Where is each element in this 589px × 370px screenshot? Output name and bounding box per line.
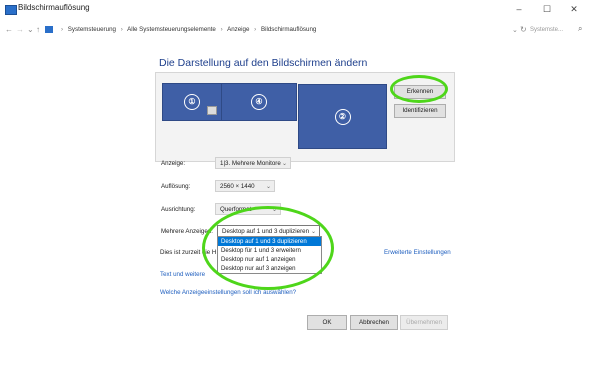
highlight-circle-dropdown [202,206,334,290]
breadcrumb-item[interactable]: Anzeige [227,26,249,33]
text-size-link[interactable]: Text und weitere [160,271,205,278]
breadcrumb-separator-icon: › [254,26,257,33]
display-value: 1|3. Mehrere Monitore [220,160,281,167]
window-title: Bildschirmauflösung [18,3,90,12]
breadcrumb: › Systemsteuerung › Alle Systemsteuerung… [58,26,316,33]
minimize-button[interactable]: – [508,2,530,16]
control-panel-icon [45,26,53,33]
back-arrow-icon[interactable]: ← [5,24,13,36]
display-label: Anzeige: [161,160,186,167]
which-settings-link[interactable]: Welche Anzeigeeinstellungen soll ich aus… [160,289,296,296]
orientation-label: Ausrichtung: [161,206,196,213]
resolution-select[interactable]: 2560 × 1440 ⌄ [215,180,275,192]
identify-button[interactable]: Identifizieren [394,104,446,118]
search-icon[interactable]: ⌕ [578,24,582,34]
breadcrumb-separator-icon: › [220,26,223,33]
cancel-button[interactable]: Abbrechen [350,315,398,330]
monitor-number-badge: ④ [251,94,267,110]
chevron-down-icon: ⌄ [281,161,287,167]
breadcrumb-item[interactable]: Alle Systemsteuerungselemente [127,26,216,33]
monitor-number-badge: ① [184,94,200,110]
monitor-2[interactable]: ② [298,84,387,149]
advanced-settings-link[interactable]: Erweiterte Einstellungen [384,249,451,256]
highlight-circle-detect [390,75,448,103]
resolution-label: Auflösung: [161,183,191,190]
refresh-icon[interactable]: ↻ [520,24,527,36]
ok-button[interactable]: OK [307,315,347,330]
breadcrumb-item[interactable]: Bildschirmauflösung [261,26,316,33]
breadcrumb-item[interactable]: Systemsteuerung [68,26,116,33]
chevron-down-icon: ⌄ [265,184,271,190]
dropdown-chevron-icon[interactable]: ⌄ [512,25,518,37]
breadcrumb-separator-icon: › [61,26,64,33]
monitor-number-badge: ② [334,108,351,125]
monitor-1-3[interactable]: ① [162,83,222,121]
forward-arrow-icon[interactable]: → [16,24,24,36]
up-arrow-icon[interactable]: ↑ [36,24,40,36]
search-input[interactable]: Systemste... [530,24,582,36]
maximize-button[interactable]: ☐ [536,2,558,16]
close-button[interactable]: ✕ [563,2,585,16]
resolution-value: 2560 × 1440 [220,183,255,190]
chevron-down-icon[interactable]: ⌄ [27,24,34,36]
monitor-4[interactable]: ④ [221,83,297,121]
breadcrumb-separator-icon: › [120,26,123,33]
display-app-icon [5,5,17,15]
overlap-icon [207,106,217,115]
display-select[interactable]: 1|3. Mehrere Monitore ⌄ [215,157,291,169]
page-title: Die Darstellung auf den Bildschirmen änd… [159,57,368,69]
apply-button[interactable]: Übernehmen [400,315,448,330]
